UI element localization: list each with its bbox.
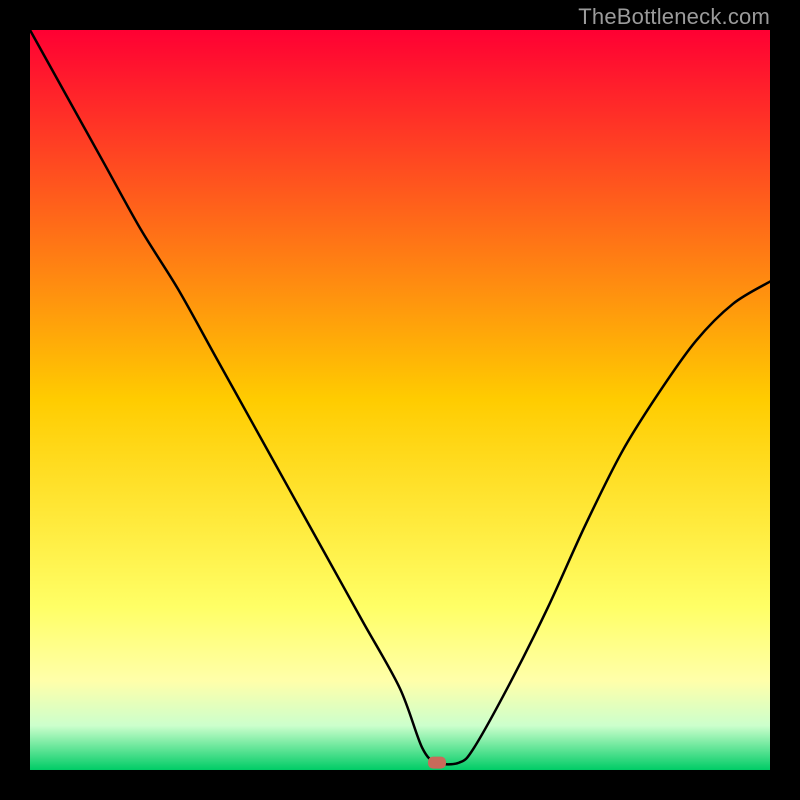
watermark-text: TheBottleneck.com [578, 4, 770, 30]
chart-background [30, 30, 770, 770]
chart-frame: TheBottleneck.com [0, 0, 800, 800]
chart-plot-area [30, 30, 770, 770]
min-marker [428, 757, 446, 769]
chart-svg [30, 30, 770, 770]
